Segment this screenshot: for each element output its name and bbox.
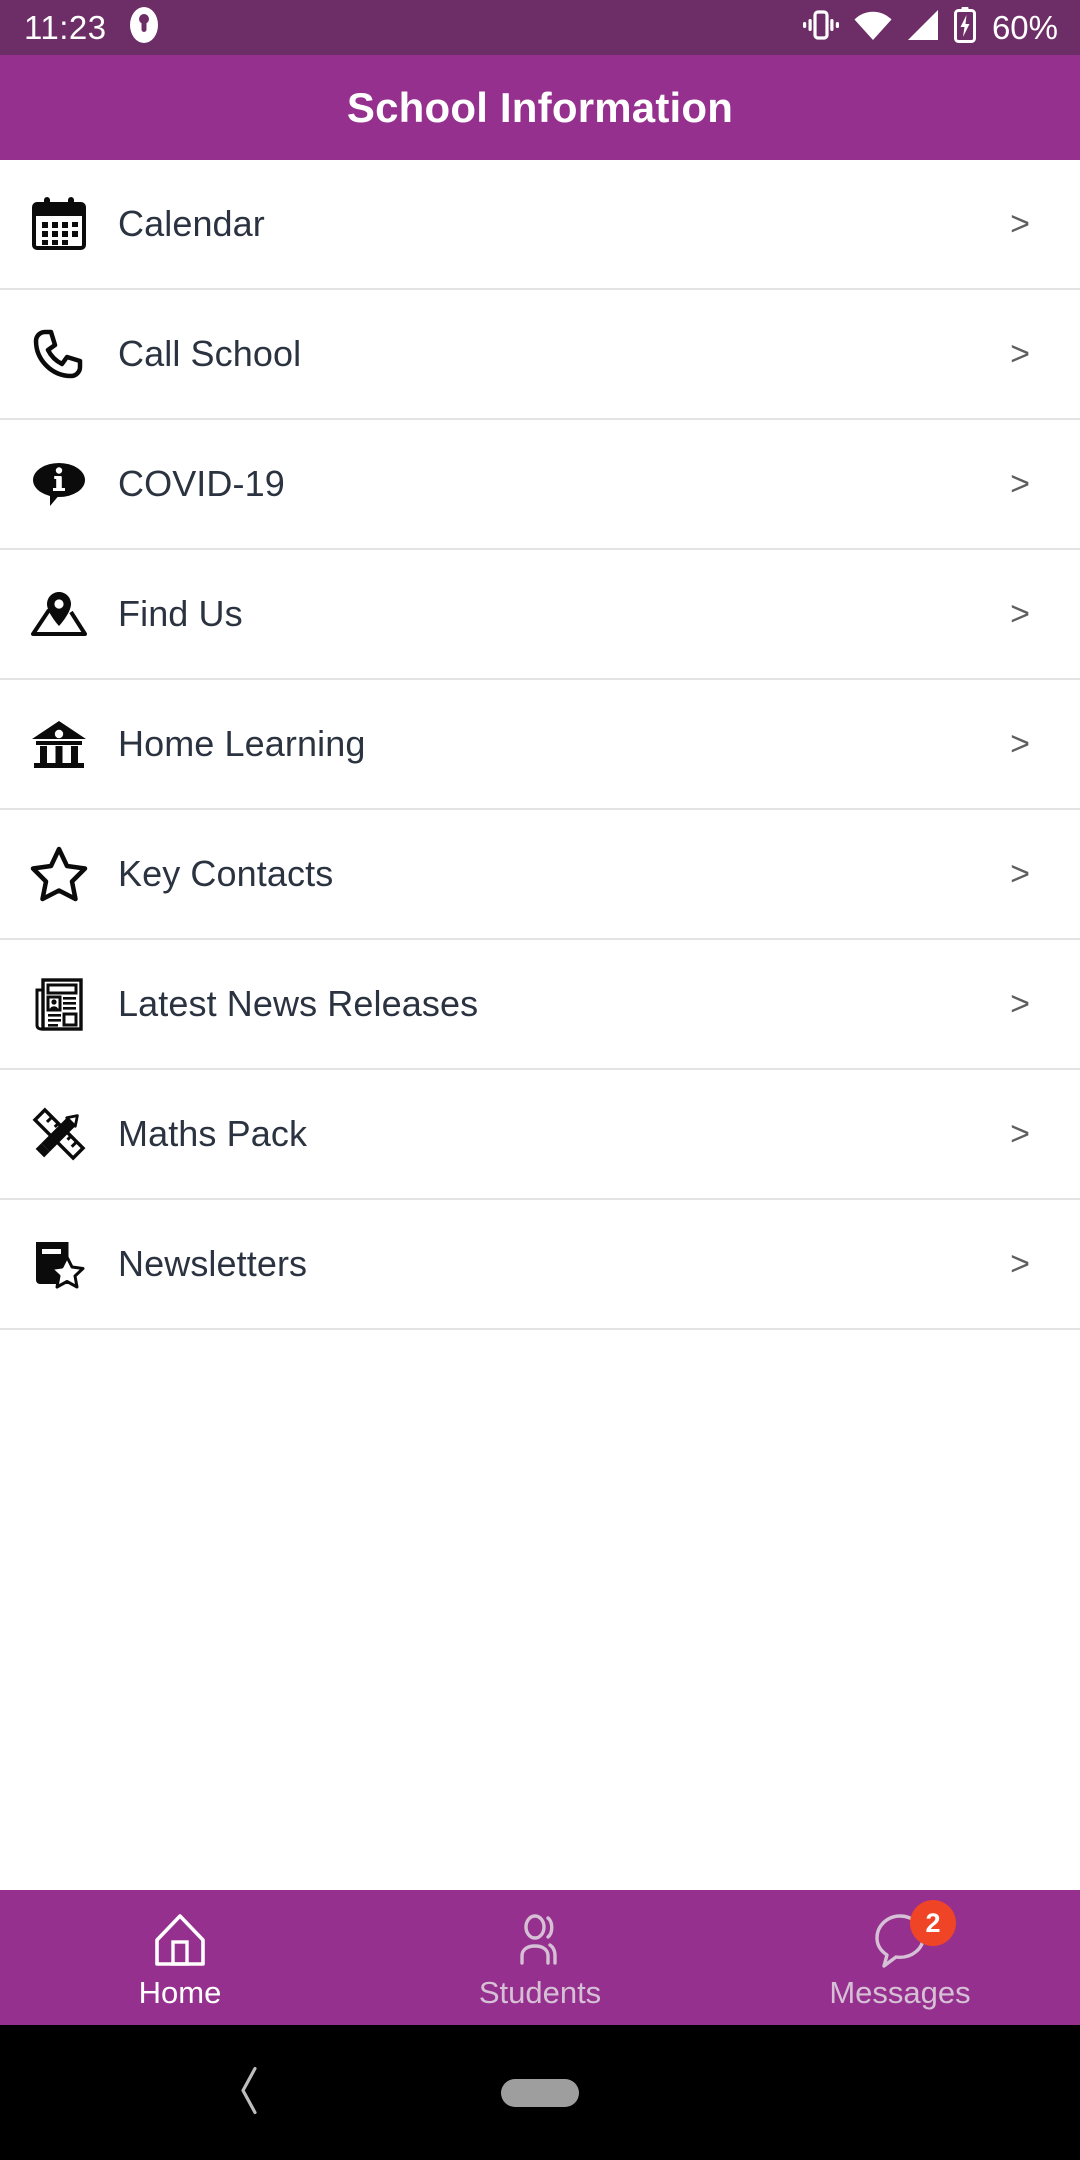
chevron-right-icon: > [1010, 1115, 1030, 1153]
star-outline-icon [0, 846, 118, 902]
list-item-label: Calendar [118, 203, 265, 244]
chevron-right-icon: > [1010, 595, 1030, 633]
school-information-list: Calendar > Call School > COVID-19 > Find… [0, 160, 1080, 1890]
nav-tab-home[interactable]: Home [0, 1890, 360, 2025]
phone-screen: 11:23 60% School Information Calendar > … [0, 0, 1080, 2160]
page-title: School Information [346, 83, 734, 131]
list-item-label: Newsletters [118, 1243, 308, 1284]
newspaper-icon [0, 977, 118, 1031]
list-item-label: COVID-19 [118, 463, 285, 504]
list-item-latest-news-releases[interactable]: Latest News Releases > [0, 940, 1080, 1070]
chevron-right-icon: > [1010, 725, 1030, 763]
app-bar: School Information [0, 55, 1080, 160]
battery-percent-label: 60% [991, 9, 1058, 46]
list-item-find-us[interactable]: Find Us > [0, 550, 1080, 680]
list-item-key-contacts[interactable]: Key Contacts > [0, 810, 1080, 940]
list-item-newsletters[interactable]: Newsletters > [0, 1200, 1080, 1330]
system-navigation-bar [0, 2025, 1080, 2160]
message-badge: 2 [910, 1900, 956, 1947]
nav-tab-students[interactable]: Students [360, 1890, 720, 2025]
chevron-right-icon: > [1010, 205, 1030, 243]
message-icon: 2 [872, 1900, 956, 1972]
vibrate-icon [802, 8, 840, 47]
info-bubble-icon [0, 458, 118, 510]
wifi-icon [853, 9, 893, 46]
notification-dot-icon [129, 6, 159, 49]
chevron-right-icon: > [1010, 855, 1030, 893]
back-chevron-icon[interactable] [235, 2064, 265, 2121]
list-item-maths-pack[interactable]: Maths Pack > [0, 1070, 1080, 1200]
phone-icon [0, 326, 118, 382]
nav-tab-label: Home [138, 1975, 222, 2011]
book-star-icon [0, 1237, 118, 1291]
chevron-right-icon: > [1010, 1245, 1030, 1283]
list-item-label: Latest News Releases [118, 983, 479, 1024]
bank-building-icon [0, 718, 118, 770]
list-item-call-school[interactable]: Call School > [0, 290, 1080, 420]
nav-tab-label: Messages [829, 1975, 971, 2011]
status-bar: 11:23 60% [0, 0, 1080, 55]
ruler-pencil-icon [0, 1105, 118, 1163]
status-bar-left: 11:23 [24, 6, 159, 49]
chevron-right-icon: > [1010, 465, 1030, 503]
cellular-signal-icon [906, 9, 940, 46]
bottom-navigation: Home Students 2 Messages [0, 1890, 1080, 2025]
list-item-home-learning[interactable]: Home Learning > [0, 680, 1080, 810]
nav-tab-messages[interactable]: 2 Messages [720, 1890, 1080, 2025]
home-icon [151, 1910, 209, 1972]
home-pill-indicator[interactable] [501, 2078, 579, 2107]
list-item-label: Maths Pack [118, 1113, 308, 1154]
list-item-label: Key Contacts [118, 853, 334, 894]
battery-charging-icon [953, 7, 977, 48]
list-item-partial-next[interactable] [0, 1330, 1080, 1378]
list-item-label: Call School [118, 333, 302, 374]
status-bar-right: 60% [802, 7, 1058, 48]
list-item-label: Home Learning [118, 723, 366, 764]
list-item-covid-19[interactable]: COVID-19 > [0, 420, 1080, 550]
students-icon [509, 1910, 571, 1972]
list-item-label: Find Us [118, 593, 243, 634]
status-bar-clock: 11:23 [24, 9, 107, 46]
calendar-icon [0, 196, 118, 252]
nav-tab-label: Students [478, 1975, 602, 2011]
list-item-calendar[interactable]: Calendar > [0, 160, 1080, 290]
chevron-right-icon: > [1010, 985, 1030, 1023]
map-pin-icon [0, 590, 118, 638]
chevron-right-icon: > [1010, 335, 1030, 373]
